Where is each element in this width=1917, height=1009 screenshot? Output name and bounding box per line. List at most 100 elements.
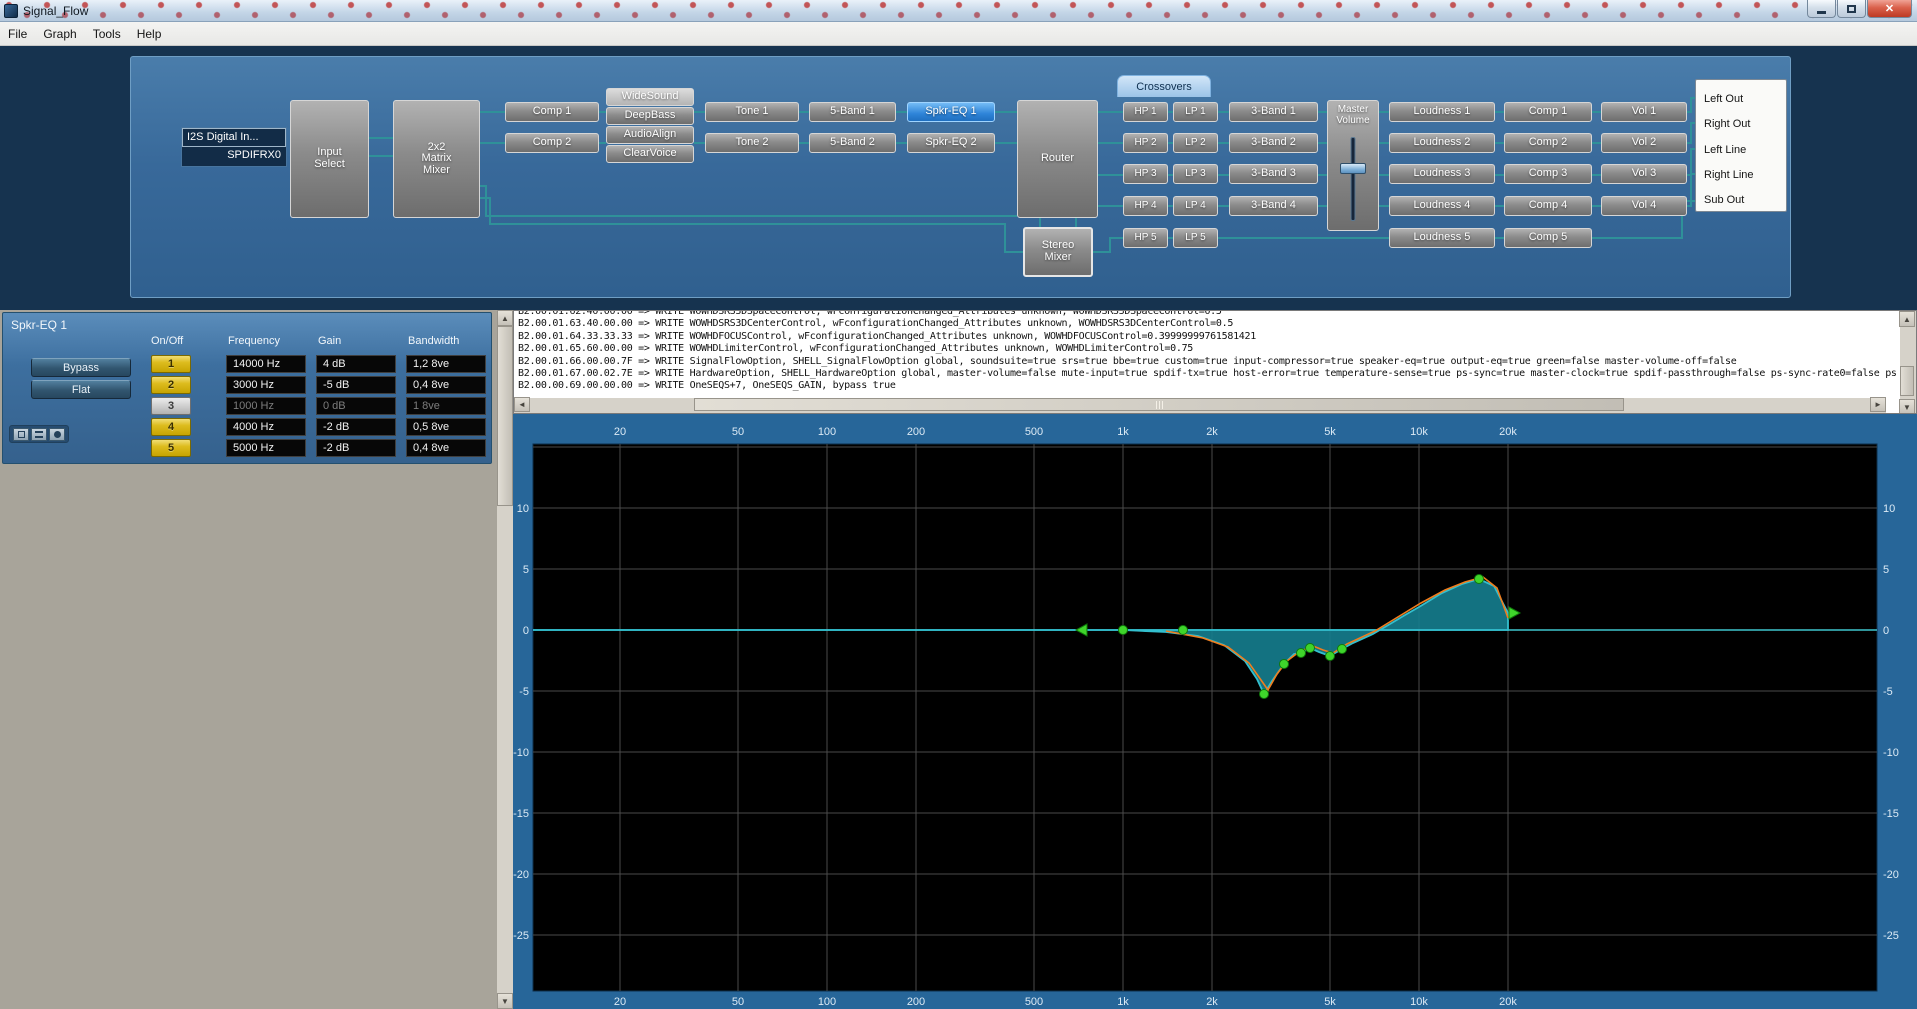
- scrollbar-thumb[interactable]: [497, 326, 513, 506]
- eq-handle[interactable]: [1325, 651, 1335, 661]
- block-loudness-5[interactable]: Loudness 5: [1389, 228, 1495, 248]
- block-comp-in-2[interactable]: Comp 2: [505, 133, 599, 153]
- block-tone-2[interactable]: Tone 2: [705, 133, 799, 153]
- eq-handle[interactable]: [1259, 689, 1269, 699]
- block-loudness-2[interactable]: Loudness 2: [1389, 133, 1495, 153]
- block-comp-in-1[interactable]: Comp 1: [505, 102, 599, 122]
- block-lp-3[interactable]: LP 3: [1173, 164, 1218, 184]
- close-button[interactable]: ✕: [1867, 0, 1912, 18]
- eq-handle[interactable]: [1305, 643, 1315, 653]
- band-5-gain[interactable]: -2 dB: [316, 439, 396, 457]
- eq-handle[interactable]: [1337, 644, 1347, 654]
- block-matrix-mixer[interactable]: 2x2 Matrix Mixer: [393, 100, 480, 218]
- message-log[interactable]: B2.00.01.62.40.00.00 => WRITE WOWHDSRS3D…: [513, 310, 1917, 414]
- block-spkr-eq-1[interactable]: Spkr-EQ 1: [907, 102, 995, 122]
- band-1-bandwidth[interactable]: 1,2 8ve: [406, 355, 486, 373]
- band-4-bandwidth[interactable]: 0,5 8ve: [406, 418, 486, 436]
- block-comp-out-5[interactable]: Comp 5: [1504, 228, 1592, 248]
- menu-tools[interactable]: Tools: [85, 22, 129, 45]
- block-hp-3[interactable]: HP 3: [1123, 164, 1168, 184]
- band-1-frequency[interactable]: 14000 Hz: [226, 355, 306, 373]
- band-1-gain[interactable]: 4 dB: [316, 355, 396, 373]
- block-lp-2[interactable]: LP 2: [1173, 133, 1218, 153]
- input-source-spdif[interactable]: SPDIFRX0: [182, 147, 286, 166]
- band-4-frequency[interactable]: 4000 Hz: [226, 418, 306, 436]
- input-source-box[interactable]: I2S Digital In... SPDIFRX0: [181, 127, 287, 167]
- flat-button[interactable]: Flat: [31, 380, 131, 399]
- square-icon[interactable]: [13, 427, 29, 441]
- scroll-down-icon[interactable]: ▼: [497, 993, 513, 1009]
- band-2-onoff-button[interactable]: 2: [151, 376, 191, 394]
- output-sub-out[interactable]: Sub Out: [1699, 192, 1783, 209]
- eq-handle[interactable]: [1296, 648, 1306, 658]
- block-loudness-3[interactable]: Loudness 3: [1389, 164, 1495, 184]
- block-audioalign[interactable]: AudioAlign: [606, 126, 694, 144]
- band-5-frequency[interactable]: 5000 Hz: [226, 439, 306, 457]
- block-comp-out-2[interactable]: Comp 2: [1504, 133, 1592, 153]
- menu-help[interactable]: Help: [129, 22, 170, 45]
- block-5band-2[interactable]: 5-Band 2: [809, 133, 896, 153]
- block-vol-3[interactable]: Vol 3: [1601, 164, 1687, 184]
- master-volume-slider-thumb[interactable]: [1340, 163, 1366, 174]
- band-1-onoff-button[interactable]: 1: [151, 355, 191, 373]
- block-lp-1[interactable]: LP 1: [1173, 102, 1218, 122]
- band-5-bandwidth[interactable]: 0,4 8ve: [406, 439, 486, 457]
- scrollbar-thumb[interactable]: [1900, 366, 1914, 396]
- input-source-i2s[interactable]: I2S Digital In...: [182, 128, 286, 147]
- block-3band-3[interactable]: 3-Band 3: [1229, 164, 1318, 184]
- log-horizontal-scrollbar[interactable]: ◄ ►: [514, 397, 1886, 413]
- scroll-up-icon[interactable]: ▲: [1899, 311, 1915, 327]
- block-comp-out-1[interactable]: Comp 1: [1504, 102, 1592, 122]
- block-stereo-mixer[interactable]: Stereo Mixer: [1023, 227, 1093, 277]
- block-hp-1[interactable]: HP 1: [1123, 102, 1168, 122]
- block-hp-4[interactable]: HP 4: [1123, 196, 1168, 216]
- scroll-left-icon[interactable]: ◄: [514, 397, 530, 412]
- scroll-right-icon[interactable]: ►: [1870, 397, 1886, 412]
- output-right-out[interactable]: Right Out: [1699, 116, 1783, 133]
- band-3-onoff-button[interactable]: 3: [151, 397, 191, 415]
- maximize-button[interactable]: [1837, 0, 1866, 18]
- log-vertical-scrollbar[interactable]: ▲ ▼: [1899, 311, 1916, 413]
- output-left-out[interactable]: Left Out: [1699, 91, 1783, 108]
- block-vol-2[interactable]: Vol 2: [1601, 133, 1687, 153]
- bypass-button[interactable]: Bypass: [31, 358, 131, 377]
- block-comp-out-4[interactable]: Comp 4: [1504, 196, 1592, 216]
- scrollbar-thumb[interactable]: [694, 398, 1624, 411]
- dot-icon[interactable]: [49, 427, 65, 441]
- band-4-onoff-button[interactable]: 4: [151, 418, 191, 436]
- block-hp-2[interactable]: HP 2: [1123, 133, 1168, 153]
- band-3-frequency[interactable]: 1000 Hz: [226, 397, 306, 415]
- output-right-line[interactable]: Right Line: [1699, 167, 1783, 184]
- block-loudness-4[interactable]: Loudness 4: [1389, 196, 1495, 216]
- eq-handle[interactable]: [1118, 625, 1128, 635]
- band-4-gain[interactable]: -2 dB: [316, 418, 396, 436]
- block-master-volume[interactable]: Master Volume: [1327, 100, 1379, 231]
- block-comp-out-3[interactable]: Comp 3: [1504, 164, 1592, 184]
- eq-handle[interactable]: [1178, 625, 1188, 635]
- block-3band-2[interactable]: 3-Band 2: [1229, 133, 1318, 153]
- menu-file[interactable]: File: [0, 22, 35, 45]
- band-2-bandwidth[interactable]: 0,4 8ve: [406, 376, 486, 394]
- block-widesound[interactable]: WideSound: [606, 88, 694, 106]
- minimize-button[interactable]: [1807, 0, 1836, 18]
- block-lp-5[interactable]: LP 5: [1173, 228, 1218, 248]
- band-3-bandwidth[interactable]: 1 8ve: [406, 397, 486, 415]
- block-vol-4[interactable]: Vol 4: [1601, 196, 1687, 216]
- block-vol-1[interactable]: Vol 1: [1601, 102, 1687, 122]
- block-3band-1[interactable]: 3-Band 1: [1229, 102, 1318, 122]
- block-lp-4[interactable]: LP 4: [1173, 196, 1218, 216]
- output-left-line[interactable]: Left Line: [1699, 142, 1783, 159]
- block-tone-1[interactable]: Tone 1: [705, 102, 799, 122]
- block-deepbass[interactable]: DeepBass: [606, 107, 694, 125]
- block-router[interactable]: Router: [1017, 100, 1098, 218]
- block-spkr-eq-2[interactable]: Spkr-EQ 2: [907, 133, 995, 153]
- scroll-down-icon[interactable]: ▼: [1899, 399, 1915, 413]
- bars-icon[interactable]: [31, 427, 47, 441]
- crossovers-tab[interactable]: Crossovers: [1117, 75, 1211, 97]
- band-2-gain[interactable]: -5 dB: [316, 376, 396, 394]
- block-clearvoice[interactable]: ClearVoice: [606, 145, 694, 163]
- eq-handle[interactable]: [1279, 659, 1289, 669]
- block-loudness-1[interactable]: Loudness 1: [1389, 102, 1495, 122]
- band-3-gain[interactable]: 0 dB: [316, 397, 396, 415]
- block-input-select[interactable]: Input Select: [290, 100, 369, 218]
